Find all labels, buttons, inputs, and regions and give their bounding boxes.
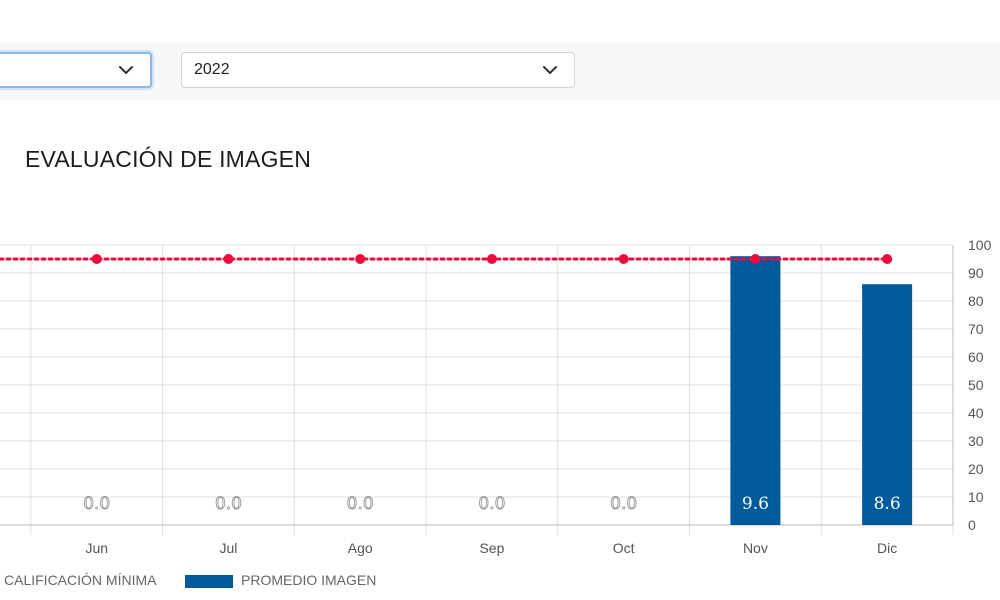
min-line-point [486, 254, 497, 264]
x-tick-label: Jul [220, 540, 238, 556]
y-tick-label: 60 [968, 349, 984, 365]
bar-data-label: 0.0 [610, 494, 637, 514]
min-line-point [223, 254, 234, 264]
y-tick-label: 20 [968, 461, 984, 477]
min-line-point [882, 254, 893, 264]
x-tick-label: Jun [85, 540, 108, 556]
legend-swatch-bar [185, 575, 233, 588]
min-line-point [355, 254, 366, 264]
y-tick-label: 0 [968, 517, 976, 533]
legend-label-bar: PROMEDIO IMAGEN [241, 572, 377, 588]
x-tick-label: Ago [348, 540, 373, 556]
x-tick-label: Nov [743, 540, 768, 556]
bar-data-label: 9.6 [742, 494, 769, 514]
y-tick-label: 100 [968, 237, 992, 253]
filter-select[interactable] [0, 52, 152, 88]
y-tick-label: 70 [968, 321, 984, 337]
bar [730, 256, 781, 525]
bar-data-label: 0.0 [215, 494, 242, 514]
bar [862, 284, 913, 525]
x-tick-label: Sep [479, 540, 504, 556]
page-title: EVALUACIÓN DE IMAGEN [25, 146, 312, 172]
x-tick-label: Dic [877, 540, 897, 556]
y-tick-label: 80 [968, 293, 984, 309]
bar-data-label: 0.0 [478, 494, 505, 514]
min-line-point [750, 254, 761, 264]
chart-legend: CALIFICACIÓN MÍNIMA PROMEDIO IMAGEN [0, 570, 1000, 592]
bar-chart: 0 10 20 30 40 50 60 70 80 90 100 0.0 0.0 0.0 0.0 0.0 9.6… [0, 237, 992, 556]
y-tick-label: 40 [968, 405, 984, 421]
min-line-point [618, 254, 629, 264]
bar-data-label: 0.0 [347, 494, 374, 514]
legend-label-min: CALIFICACIÓN MÍNIMA [4, 572, 157, 588]
bar-data-label: 8.6 [874, 494, 901, 514]
y-tick-label: 30 [968, 433, 984, 449]
year-select[interactable]: 2022 [181, 52, 575, 88]
min-line-point [91, 254, 102, 264]
y-tick-label: 50 [968, 377, 984, 393]
chevron-down-icon [543, 66, 557, 74]
x-tick-label: Oct [613, 540, 635, 556]
filter-bar: 2022 [0, 42, 1000, 100]
y-tick-label: 10 [968, 489, 984, 505]
y-tick-label: 90 [968, 265, 984, 281]
year-select-value: 2022 [194, 61, 230, 78]
bar-data-label: 0.0 [83, 494, 110, 514]
chevron-down-icon [119, 66, 133, 74]
